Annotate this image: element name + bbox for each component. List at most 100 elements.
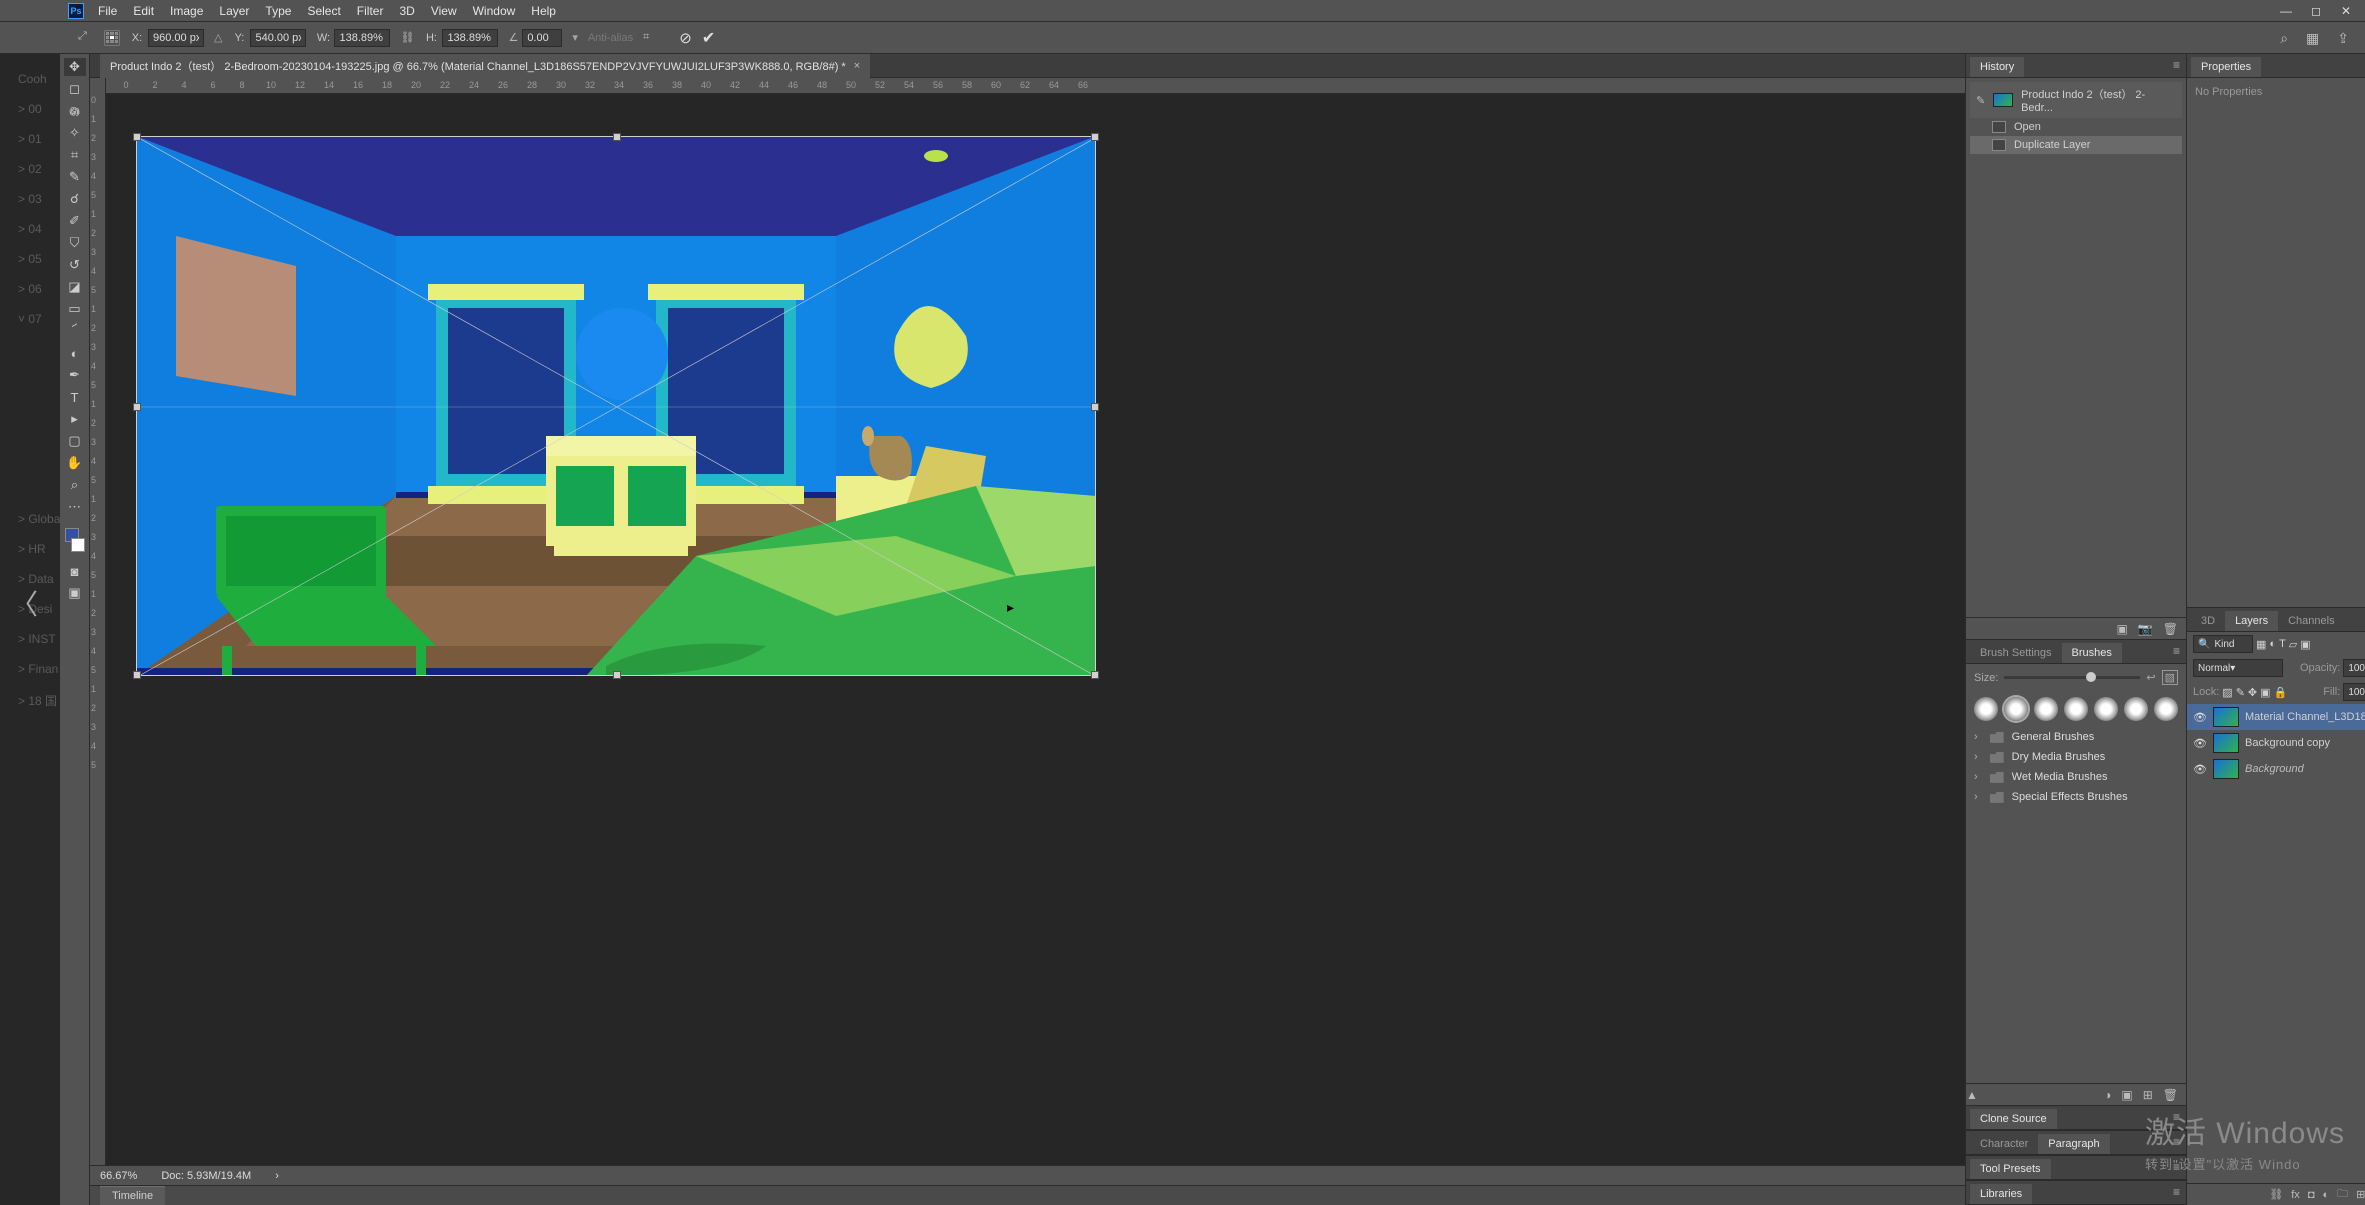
history-item-open[interactable]: Open [1970, 118, 2182, 136]
brush-folder[interactable]: General Brushes [1966, 727, 2186, 747]
menu-layer[interactable]: Layer [219, 4, 249, 18]
flip-icon[interactable]: ↩ [2146, 671, 2155, 684]
new-brush-button-icon[interactable]: ⊞ [2143, 1088, 2153, 1102]
menu-window[interactable]: Window [473, 4, 516, 18]
ruler-vertical[interactable]: 012345123451234512345123451234512345 [90, 78, 106, 1165]
reference-point-icon[interactable] [104, 30, 120, 46]
blur-tool-icon[interactable]: ՜ [64, 322, 86, 340]
new-brush-icon[interactable]: ▧ [2162, 670, 2178, 685]
cancel-transform-icon[interactable]: ⊘ [679, 29, 692, 47]
tab-libraries[interactable]: Libraries [1970, 1184, 2032, 1204]
filter-adjust-icon[interactable]: ◐ [2269, 638, 2276, 650]
angle-field[interactable] [522, 29, 562, 47]
hand-tool-icon[interactable]: ✋ [64, 454, 86, 472]
tab-channels[interactable]: Channels [2278, 611, 2344, 631]
panel-menu-icon[interactable]: ≡ [2173, 1160, 2180, 1174]
layer-row[interactable]: 👁 Background copy [2187, 730, 2365, 756]
workspace-icon[interactable]: ▦ [2306, 30, 2319, 47]
menu-edit[interactable]: Edit [133, 4, 154, 18]
filter-pixel-icon[interactable]: ▦ [2256, 638, 2266, 651]
crop-tool-icon[interactable]: ⌗ [64, 146, 86, 164]
prev-caret-icon[interactable]: 〈 [10, 583, 38, 623]
timeline-panel[interactable]: Timeline [90, 1185, 1965, 1205]
tab-brush-settings[interactable]: Brush Settings [1970, 643, 2062, 663]
menu-select[interactable]: Select [307, 4, 340, 18]
y-field[interactable] [250, 29, 306, 47]
doc-tab[interactable]: Product Indo 2（test） 2-Bedroom-20230104-… [100, 54, 870, 78]
filter-smart-icon[interactable]: ▣ [2300, 638, 2310, 651]
brush-folder[interactable]: Wet Media Brushes [1966, 767, 2186, 787]
brush-preset[interactable] [1974, 697, 1998, 721]
expand-icon[interactable]: ▲ [1966, 1088, 1978, 1102]
doc-tab-close-icon[interactable]: × [854, 60, 860, 72]
menu-image[interactable]: Image [170, 4, 203, 18]
background-swatch[interactable] [71, 538, 85, 552]
brush-folder[interactable]: Special Effects Brushes [1966, 787, 2186, 807]
anti-alias-label[interactable]: Anti-alias [588, 32, 633, 44]
blend-mode-select[interactable]: Normal ▾ [2193, 659, 2283, 677]
link-layers-icon[interactable]: ⛓ [2269, 1188, 2283, 1201]
fx-icon[interactable]: fx [2291, 1189, 2300, 1201]
share-icon[interactable]: ⇪ [2337, 30, 2349, 47]
brush-size-slider[interactable] [2004, 676, 2140, 679]
warp-icon[interactable]: ⌗ [643, 31, 649, 44]
layer-name[interactable]: Background copy [2245, 737, 2365, 749]
brush-preset[interactable] [2124, 697, 2148, 721]
filter-type-icon[interactable]: T [2279, 638, 2286, 650]
opacity-field[interactable]: 100% [2343, 659, 2365, 677]
w-field[interactable] [334, 29, 390, 47]
link-icon[interactable]: ⛓ [400, 31, 414, 44]
transform-tool-icon[interactable]: ⤢ [78, 30, 94, 46]
snapshot-icon[interactable]: ▣ [2116, 622, 2127, 636]
panel-menu-icon[interactable]: ≡ [2173, 1135, 2180, 1149]
clone-stamp-tool-icon[interactable]: ⛉ [64, 234, 86, 252]
layer-row[interactable]: 👁 Material Channel_L3D186S... [2187, 704, 2365, 730]
marquee-tool-icon[interactable]: ◻ [64, 80, 86, 98]
shape-tool-icon[interactable]: ▢ [64, 432, 86, 450]
tab-history[interactable]: History [1970, 57, 2024, 77]
lock-paint-icon[interactable]: ✎ [2236, 686, 2245, 699]
new-layer-icon[interactable]: ⊞ [2356, 1188, 2365, 1201]
screenmode-icon[interactable]: ▣ [64, 584, 86, 602]
x-field[interactable] [148, 29, 204, 47]
close-button[interactable]: ✕ [2331, 0, 2361, 22]
minimize-button[interactable]: — [2271, 0, 2301, 22]
fill-field[interactable]: 100% [2343, 683, 2365, 701]
lock-trans-icon[interactable]: ▨ [2222, 686, 2232, 699]
menu-help[interactable]: Help [531, 4, 556, 18]
brush-preset[interactable] [2004, 697, 2028, 721]
move-tool-icon[interactable]: ✥ [64, 58, 86, 76]
lock-all-icon[interactable]: 🔒 [2274, 686, 2288, 699]
tab-3d[interactable]: 3D [2191, 611, 2225, 631]
menu-file[interactable]: File [98, 4, 117, 18]
brush-preset[interactable] [2094, 697, 2118, 721]
menu-filter[interactable]: Filter [357, 4, 384, 18]
trash-icon[interactable]: 🗑 [2163, 1088, 2178, 1102]
history-brush-source-icon[interactable]: ✎ [1976, 94, 1985, 107]
layer-name[interactable]: Material Channel_L3D186S... [2245, 711, 2365, 723]
dodge-tool-icon[interactable]: ◐ [64, 344, 86, 362]
tab-paragraph[interactable]: Paragraph [2038, 1134, 2109, 1154]
quickmask-icon[interactable]: ◙ [64, 562, 86, 580]
brush-folder[interactable]: Dry Media Brushes [1966, 747, 2186, 767]
history-doc-row[interactable]: ✎ Product Indo 2（test） 2-Bedr... [1970, 82, 2182, 118]
status-arrow-icon[interactable]: › [275, 1170, 279, 1182]
zoom-readout[interactable]: 66.67% [100, 1170, 137, 1182]
lock-pos-icon[interactable]: ✥ [2248, 686, 2257, 699]
menu-type[interactable]: Type [265, 4, 291, 18]
eye-icon[interactable]: 👁 [2193, 711, 2207, 724]
tab-layers[interactable]: Layers [2225, 611, 2278, 631]
timeline-tab[interactable]: Timeline [100, 1186, 165, 1205]
path-select-tool-icon[interactable]: ▸ [64, 410, 86, 428]
interpolation-icon[interactable]: ▾ [572, 31, 578, 44]
tab-tool-presets[interactable]: Tool Presets [1970, 1159, 2051, 1179]
panel-menu-icon[interactable]: ≡ [2173, 644, 2180, 658]
eye-icon[interactable]: 👁 [2193, 737, 2207, 750]
save-brush-icon[interactable]: ▣ [2121, 1088, 2132, 1102]
new-snapshot-icon[interactable]: 📷 [2138, 622, 2153, 636]
search-icon[interactable]: ⌕ [2280, 30, 2288, 47]
live-tip-icon[interactable]: ◑ [2104, 1088, 2111, 1102]
filter-shape-icon[interactable]: ▱ [2289, 638, 2297, 651]
healing-brush-tool-icon[interactable]: ☌ [64, 190, 86, 208]
history-brush-tool-icon[interactable]: ↺ [64, 256, 86, 274]
